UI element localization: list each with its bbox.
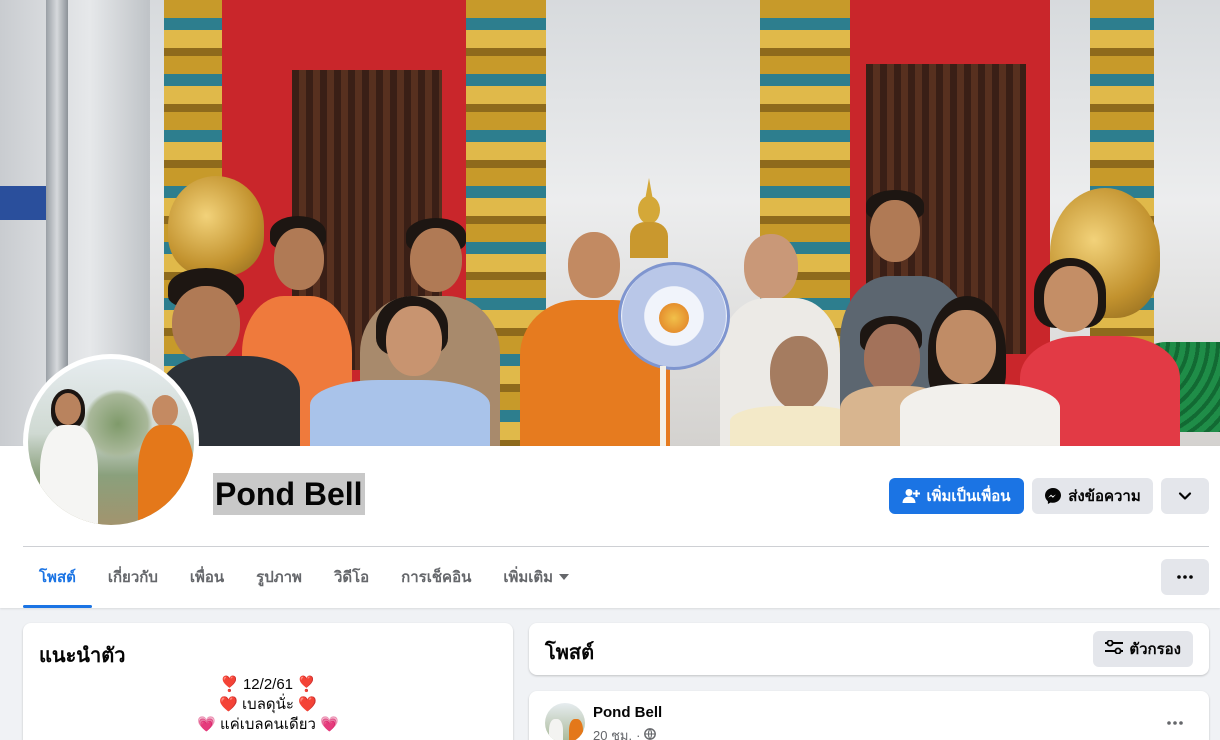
intro-card: แนะนำตัว ❣️ 12/2/61 ❣️ ❤️ เบลดุนั่ะ ❤️ 💗…: [23, 623, 513, 740]
add-person-icon: [902, 488, 921, 504]
intro-title: แนะนำตัว: [39, 645, 126, 667]
cover-ceremonial-fan: [618, 262, 730, 370]
post-more-options-button[interactable]: [1157, 709, 1193, 733]
more-dots-icon: [1167, 712, 1183, 730]
tab-friends[interactable]: เพื่อน: [174, 547, 240, 607]
chevron-down-icon: [1178, 491, 1192, 501]
tab-about[interactable]: เกี่ยวกับ: [92, 547, 174, 607]
tab-more[interactable]: เพิ่มเติม: [487, 547, 585, 607]
more-dots-icon: [1177, 575, 1193, 579]
filter-sliders-icon: [1105, 639, 1124, 658]
tab-posts[interactable]: โพสต์: [23, 547, 92, 608]
cover-photo[interactable]: [0, 0, 1220, 446]
post-time[interactable]: 20 ชม.: [593, 725, 632, 740]
bio-line: 💗 แค่เบลคนเดียว 💗: [197, 716, 339, 733]
post-author-name[interactable]: Pond Bell: [593, 704, 662, 721]
cover-fan-handle: [660, 366, 666, 446]
profile-tabs: โพสต์ เกี่ยวกับ เพื่อน รูปภาพ วิดีโอ การ…: [23, 547, 585, 608]
profile-name: Pond Bell: [213, 473, 365, 515]
messenger-icon: [1044, 487, 1062, 505]
profile-expand-button[interactable]: [1161, 478, 1209, 514]
profile-avatar[interactable]: [28, 359, 194, 525]
posts-title: โพสต์: [545, 642, 595, 664]
meta-separator: ·: [636, 728, 641, 740]
add-friend-label: เพิ่มเป็นเพื่อน: [926, 488, 1011, 505]
filter-button[interactable]: ตัวกรอง: [1093, 631, 1193, 667]
bio-line: ❤️ เบลดุนั่ะ ❤️: [219, 696, 317, 713]
tab-photos[interactable]: รูปภาพ: [240, 547, 318, 607]
message-button[interactable]: ส่งข้อความ: [1032, 478, 1153, 514]
cover-street-sign: [0, 186, 46, 220]
posts-header-card: โพสต์ ตัวกรอง: [529, 623, 1209, 675]
post-meta: 20 ชม. ·: [593, 725, 657, 740]
tabs-more-options-button[interactable]: [1161, 559, 1209, 595]
tab-checkins[interactable]: การเช็คอิน: [385, 547, 487, 607]
globe-icon: [644, 728, 657, 740]
add-friend-button[interactable]: เพิ่มเป็นเพื่อน: [889, 478, 1024, 514]
filter-label: ตัวกรอง: [1129, 641, 1181, 658]
message-label: ส่งข้อความ: [1068, 488, 1141, 505]
intro-bio: ❣️ 12/2/61 ❣️ ❤️ เบลดุนั่ะ ❤️ 💗 แค่เบลคน…: [23, 675, 513, 735]
post-card: Pond Bell 20 ชม. ·: [529, 691, 1209, 740]
post-author-avatar[interactable]: [545, 703, 585, 740]
bio-line: ❣️ 12/2/61 ❣️: [220, 676, 316, 693]
caret-down-icon: [559, 574, 570, 580]
tab-videos[interactable]: วิดีโอ: [318, 547, 385, 607]
